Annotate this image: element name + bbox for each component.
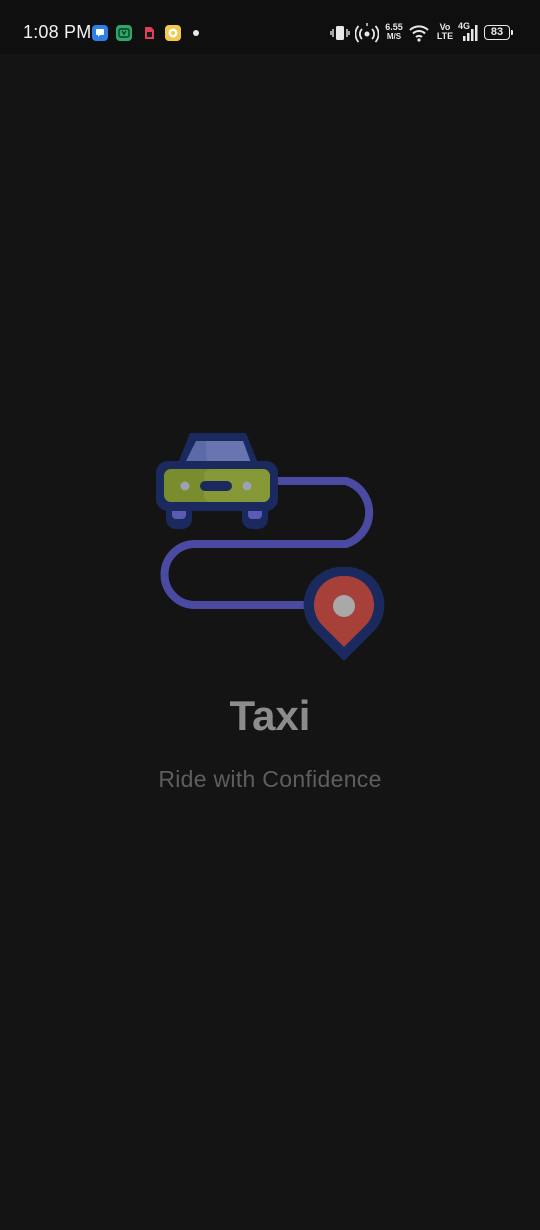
- app-logo: [150, 425, 390, 665]
- more-notifications-dot: [193, 30, 199, 36]
- car-icon: [156, 433, 278, 529]
- meet-icon: [116, 25, 132, 41]
- volte-bottom: LTE: [436, 31, 454, 41]
- app-tagline: Ride with Confidence: [158, 766, 382, 792]
- battery-tip: [511, 30, 513, 35]
- status-time: 1:08 PM: [23, 22, 92, 42]
- vibrate-icon: [330, 20, 350, 46]
- network-speed-value: 6.55: [385, 22, 403, 32]
- status-bar: 1:08 PM 6.55 M/S Vo LTE 4G 83: [0, 0, 540, 54]
- hotspot-icon: [354, 20, 380, 46]
- location-pin-icon: [303, 566, 385, 661]
- taxi-route-illustration: [156, 433, 385, 661]
- wifi-icon: [408, 20, 430, 46]
- app-title: Taxi: [229, 692, 311, 739]
- battery-level: 83: [490, 26, 504, 38]
- notes-icon: [165, 25, 181, 41]
- volte-indicator: Vo LTE: [435, 23, 455, 41]
- messages-icon: [92, 25, 108, 41]
- network-speed: 6.55 M/S: [382, 22, 406, 42]
- signal-icon: [462, 20, 482, 46]
- battery-icon: 83: [484, 25, 510, 40]
- network-speed-unit: M/S: [386, 32, 402, 41]
- sim-card-icon: [141, 25, 157, 41]
